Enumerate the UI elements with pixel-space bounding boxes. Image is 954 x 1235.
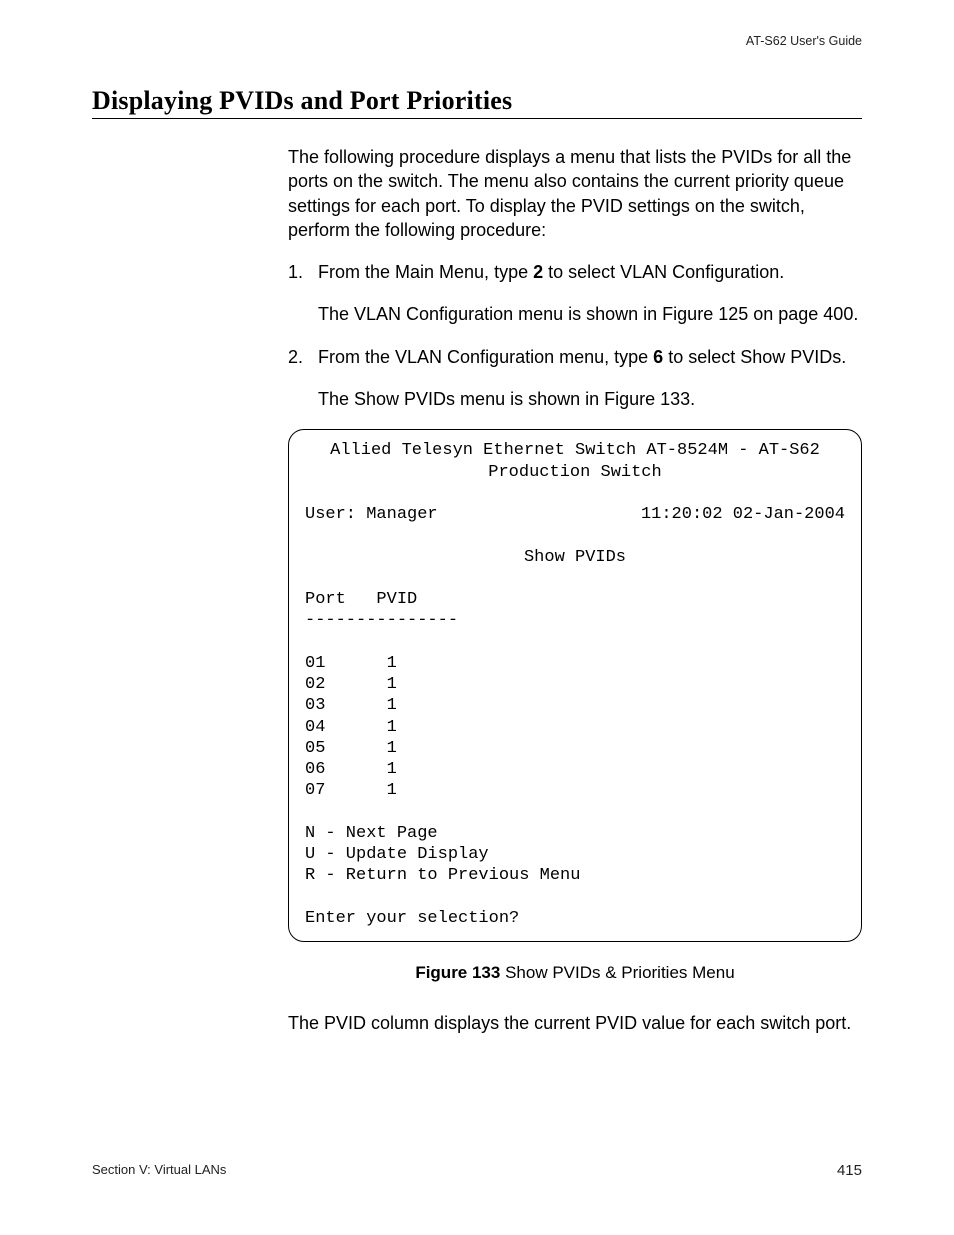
terminal-user-row: User: Manager 11:20:02 02-Jan-2004 [305, 504, 845, 525]
terminal-row-4: 05 1 [305, 739, 397, 758]
terminal-user: User: Manager [305, 504, 438, 525]
step-1-after: The VLAN Configuration menu is shown in … [318, 302, 862, 326]
step-2-lead-b: to select Show PVIDs. [663, 347, 846, 367]
terminal-screen-name: Show PVIDs [305, 547, 845, 568]
terminal-prompt: Enter your selection? [305, 909, 519, 928]
terminal-row-2: 03 1 [305, 696, 397, 715]
terminal-row-5: 06 1 [305, 760, 397, 779]
running-head: AT-S62 User's Guide [92, 34, 862, 48]
step-1-lead-b: to select VLAN Configuration. [543, 262, 784, 282]
page-footer: Section V: Virtual LANs 415 [92, 1162, 862, 1179]
terminal-opt-return: R - Return to Previous Menu [305, 866, 580, 885]
terminal-timestamp: 11:20:02 02-Jan-2004 [641, 504, 845, 525]
section-title: Displaying PVIDs and Port Priorities [92, 86, 862, 116]
step-1: From the Main Menu, type 2 to select VLA… [288, 260, 862, 327]
step-2-text: From the VLAN Configuration menu, type 6… [318, 345, 862, 369]
body-column: The following procedure displays a menu … [288, 145, 862, 1035]
step-1-text: From the Main Menu, type 2 to select VLA… [318, 260, 862, 284]
figure-caption-label: Figure 133 [415, 963, 500, 982]
terminal-col-header: Port PVID [305, 590, 417, 609]
terminal-divider: --------------- [305, 611, 458, 630]
figure-caption: Figure 133 Show PVIDs & Priorities Menu [288, 962, 862, 985]
terminal-row-3: 04 1 [305, 718, 397, 737]
page-number: 415 [837, 1162, 862, 1179]
footer-section: Section V: Virtual LANs [92, 1162, 226, 1179]
step-2-after: The Show PVIDs menu is shown in Figure 1… [318, 387, 862, 411]
figure-caption-text: Show PVIDs & Priorities Menu [500, 963, 734, 982]
section-rule [92, 118, 862, 119]
step-1-lead-a: From the Main Menu, type [318, 262, 533, 282]
closing-paragraph: The PVID column displays the current PVI… [288, 1011, 862, 1035]
step-1-key: 2 [533, 262, 543, 282]
terminal-opt-next: N - Next Page [305, 824, 438, 843]
step-2: From the VLAN Configuration menu, type 6… [288, 345, 862, 412]
step-2-key: 6 [653, 347, 663, 367]
terminal-row-6: 07 1 [305, 781, 397, 800]
terminal-opt-update: U - Update Display [305, 845, 489, 864]
terminal-title-1: Allied Telesyn Ethernet Switch AT-8524M … [305, 440, 845, 461]
terminal-row-1: 02 1 [305, 675, 397, 694]
intro-paragraph: The following procedure displays a menu … [288, 145, 862, 242]
terminal-title-2: Production Switch [305, 462, 845, 483]
step-2-lead-a: From the VLAN Configuration menu, type [318, 347, 653, 367]
terminal-screen: Allied Telesyn Ethernet Switch AT-8524M … [288, 429, 862, 942]
terminal-row-0: 01 1 [305, 654, 397, 673]
procedure-steps: From the Main Menu, type 2 to select VLA… [288, 260, 862, 411]
page: AT-S62 User's Guide Displaying PVIDs and… [0, 0, 954, 1235]
